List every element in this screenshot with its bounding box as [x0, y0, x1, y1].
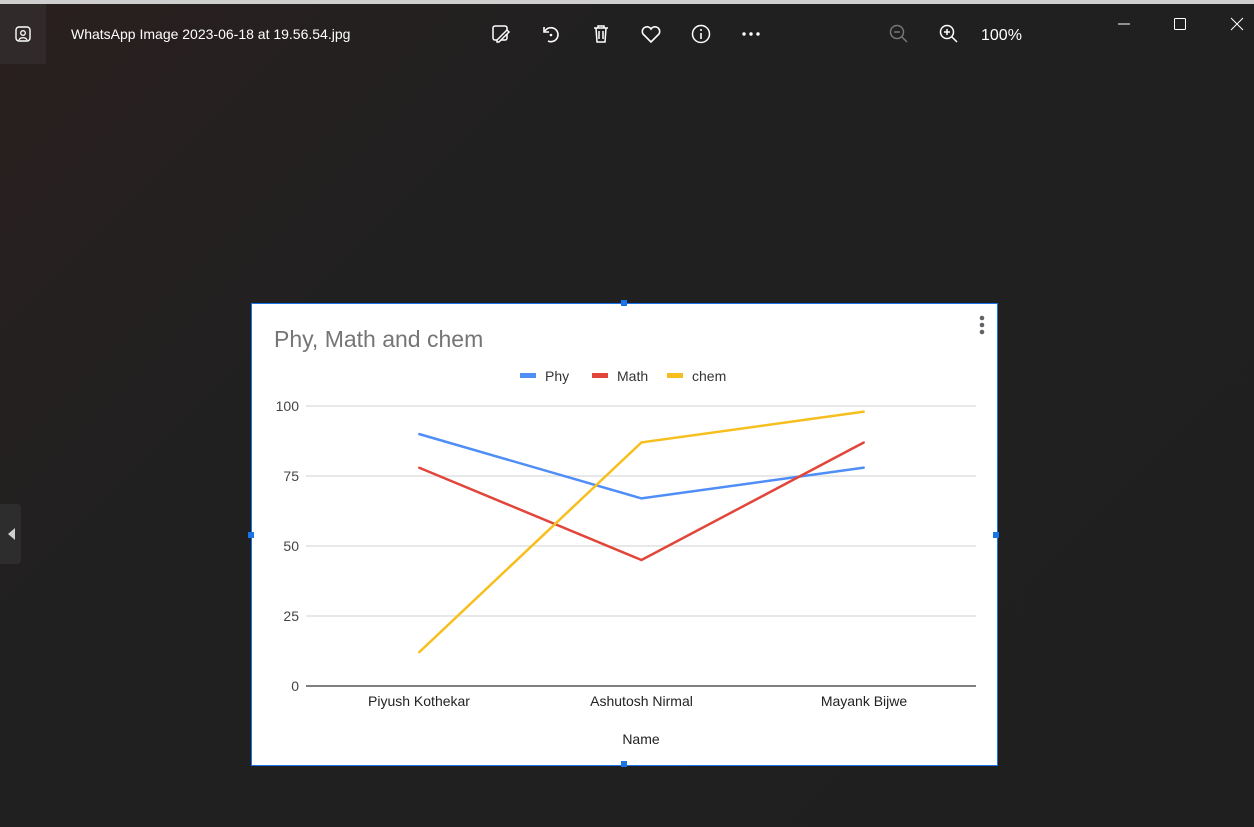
legend-swatch: [592, 373, 608, 378]
line-chart: 0 25 50 75 100 Phy Math chem Piyush Kothekar As…: [276, 368, 976, 747]
minimize-icon[interactable]: [1112, 14, 1136, 34]
photos-app-icon[interactable]: [0, 4, 46, 64]
legend-swatch: [520, 373, 536, 378]
chevron-left-icon: [7, 528, 15, 540]
data-point: [418, 433, 420, 435]
data-point: [863, 466, 865, 469]
close-icon[interactable]: [1225, 14, 1249, 34]
x-axis-title: Name: [622, 731, 660, 747]
legend-label: chem: [692, 368, 726, 384]
y-tick-label: 0: [291, 678, 299, 694]
previous-image-button[interactable]: [0, 504, 21, 564]
y-tick-label: 100: [276, 398, 300, 414]
maximize-icon[interactable]: [1168, 14, 1192, 34]
data-point: [863, 441, 865, 444]
y-tick-label: 25: [283, 608, 299, 624]
x-tick-label: Ashutosh Nirmal: [590, 693, 693, 709]
series-line-math: [418, 441, 865, 562]
zoom-level[interactable]: 100%: [981, 27, 1022, 45]
zoom-in-icon[interactable]: [937, 22, 961, 46]
data-point: [640, 441, 643, 444]
legend-swatch: [667, 373, 683, 378]
delete-icon[interactable]: [589, 22, 613, 46]
legend-label: Math: [617, 368, 648, 384]
file-name: WhatsApp Image 2023-06-18 at 19.56.54.jp…: [71, 26, 351, 42]
edit-image-icon[interactable]: [489, 22, 513, 46]
image-viewer-photo: Phy, Math and chem 0 25 50 75 100 Phy Math che…: [248, 300, 999, 767]
title-bar: WhatsApp Image 2023-06-18 at 19.56.54.jp…: [0, 4, 1254, 64]
y-tick-label: 75: [283, 468, 299, 484]
favorite-icon[interactable]: [639, 22, 663, 46]
data-point: [640, 497, 643, 500]
more-icon[interactable]: [739, 22, 763, 46]
data-point: [640, 559, 643, 561]
info-icon[interactable]: [689, 22, 713, 46]
rotate-icon[interactable]: [539, 22, 563, 46]
x-tick-label: Piyush Kothekar: [368, 693, 470, 709]
x-tick-label: Mayank Bijwe: [821, 693, 908, 709]
data-point: [863, 410, 865, 413]
y-tick-label: 50: [283, 538, 299, 554]
data-point: [418, 651, 420, 654]
legend-label: Phy: [545, 368, 569, 384]
data-point: [418, 466, 420, 469]
zoom-out-icon[interactable]: [887, 22, 911, 46]
